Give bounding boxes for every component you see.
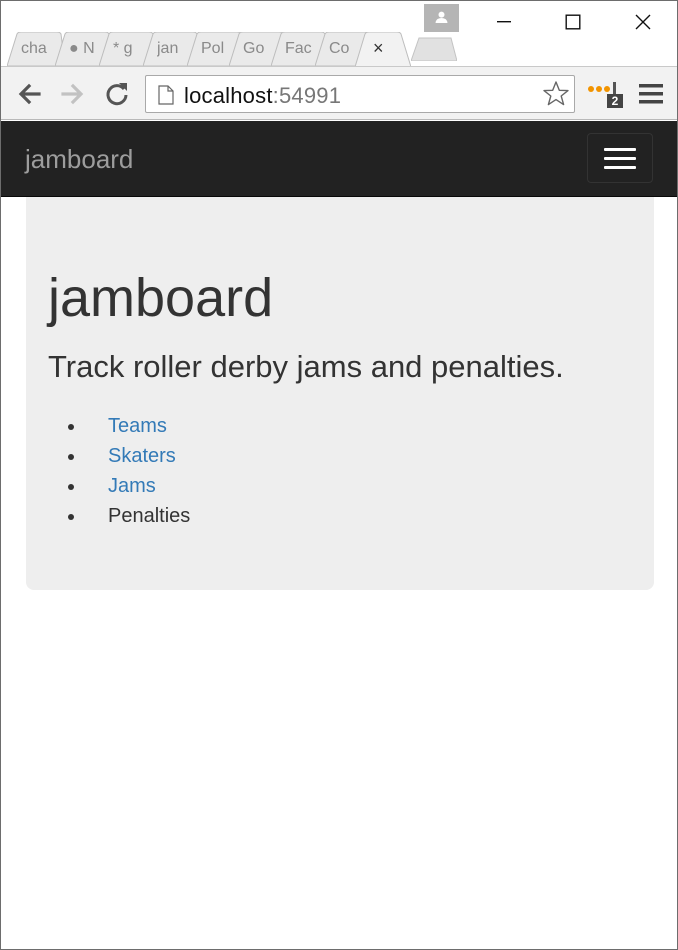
extension-badge: 2 — [607, 94, 623, 108]
hamburger-bar — [604, 157, 636, 160]
navbar-brand[interactable]: jamboard — [25, 144, 133, 175]
list-item: Penalties — [86, 501, 190, 531]
browser-window: cha ● N * g jan Pol Go Fac Co × localhos… — [0, 0, 678, 950]
maximize-icon[interactable] — [550, 1, 596, 43]
lead-text: Track roller derby jams and penalties. — [48, 349, 564, 384]
navbar-toggle-button[interactable] — [587, 133, 653, 183]
menu-icon[interactable] — [639, 82, 663, 106]
back-icon[interactable] — [15, 79, 45, 109]
profile-icon[interactable] — [424, 4, 459, 32]
skaters-link[interactable]: Skaters — [108, 445, 176, 467]
site-navbar: jamboard — [1, 121, 677, 197]
list-item: Teams — [86, 411, 190, 441]
jumbotron: jamboard Track roller derby jams and pen… — [26, 197, 654, 590]
penalties-text: Penalties — [108, 505, 191, 527]
list-item: Skaters — [86, 441, 190, 471]
close-window-icon[interactable] — [620, 1, 666, 43]
tab-strip: cha ● N * g jan Pol Go Fac Co × — [1, 1, 677, 67]
address-bar[interactable]: localhost:54991 — [145, 75, 575, 113]
list-item: Jams — [86, 471, 190, 501]
browser-toolbar: localhost:54991 2 — [1, 66, 677, 120]
hamburger-bar — [604, 166, 636, 169]
new-tab-button[interactable] — [411, 37, 457, 61]
jams-link[interactable]: Jams — [108, 475, 156, 497]
reload-icon[interactable] — [102, 79, 132, 109]
page-icon — [158, 85, 174, 105]
forward-icon[interactable] — [57, 79, 87, 109]
minimize-icon[interactable] — [481, 1, 527, 43]
close-tab-icon[interactable]: × — [373, 38, 384, 59]
star-icon[interactable] — [542, 80, 570, 108]
nav-list: Teams Skaters Jams Penalties — [86, 411, 190, 531]
extension-icon[interactable]: 2 — [585, 79, 625, 113]
page-title: jamboard — [48, 268, 274, 328]
tab-active[interactable]: × — [355, 32, 411, 66]
hamburger-icon — [604, 148, 636, 151]
teams-link[interactable]: Teams — [108, 415, 167, 437]
url-text: localhost:54991 — [184, 83, 342, 108]
